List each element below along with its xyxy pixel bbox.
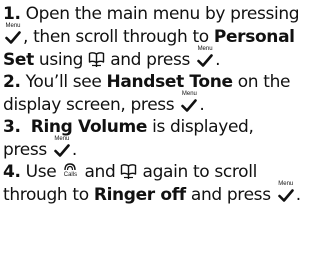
step-text bbox=[21, 117, 31, 137]
menu-ok-icon: Menu bbox=[195, 46, 215, 68]
step-2: 2. You’ll see Handset Tone on the bbox=[3, 71, 332, 93]
step-text: on the bbox=[232, 72, 291, 92]
step-text: press bbox=[3, 140, 52, 160]
calls-icon: Calls bbox=[61, 162, 79, 180]
step-text: . bbox=[295, 185, 301, 205]
step-1-line-2: Menu, then scroll through to Personal bbox=[3, 23, 332, 48]
step-4-line-2: through to Ringer off and press Menu. bbox=[3, 181, 332, 206]
step-text: display screen, press bbox=[3, 95, 180, 115]
menu-ok-icon: Menu bbox=[276, 181, 296, 203]
step-number: 2. bbox=[3, 72, 21, 92]
step-text: and press bbox=[185, 185, 276, 205]
phonebook-icon bbox=[120, 162, 137, 180]
instruction-document: 1. Open the main menu by pressing Menu, … bbox=[0, 0, 332, 266]
menu-ok-icon: Menu bbox=[3, 23, 23, 45]
keyword: Handset Tone bbox=[106, 72, 233, 92]
step-text: . bbox=[199, 95, 205, 115]
step-text: and press bbox=[105, 50, 196, 70]
step-number: 4. bbox=[3, 162, 21, 182]
keyword: Ring Volume bbox=[30, 117, 148, 137]
menu-ok-icon: Menu bbox=[52, 136, 72, 158]
step-1: 1. Open the main menu by pressing bbox=[3, 3, 332, 25]
step-text: is displayed, bbox=[147, 117, 254, 137]
step-text: using bbox=[33, 50, 89, 70]
step-text: Open the main menu by pressing bbox=[20, 4, 300, 24]
keyword: Personal bbox=[213, 27, 295, 47]
step-3: 3. Ring Volume is displayed, bbox=[3, 116, 332, 138]
step-text: You’ll see bbox=[20, 72, 107, 92]
step-number: 1. bbox=[3, 4, 21, 24]
step-text: and bbox=[79, 162, 121, 182]
keyword: Set bbox=[3, 50, 34, 70]
step-text: again to scroll bbox=[137, 162, 258, 182]
phonebook-icon bbox=[88, 50, 105, 68]
step-text: . bbox=[71, 140, 77, 160]
step-4: 4. Use Calls and again to scroll bbox=[3, 161, 332, 183]
step-1-line-3: Set using and press Menu. bbox=[3, 46, 332, 71]
step-text: through to bbox=[3, 185, 94, 205]
keyword: Ringer off bbox=[93, 185, 186, 205]
step-3-line-2: press Menu. bbox=[3, 136, 332, 161]
step-text: . bbox=[215, 50, 221, 70]
step-text: Use bbox=[20, 162, 62, 182]
step-text: , then scroll through to bbox=[23, 27, 214, 47]
step-number: 3. bbox=[3, 117, 21, 137]
menu-ok-icon: Menu bbox=[179, 91, 199, 113]
step-2-line-2: display screen, press Menu. bbox=[3, 91, 332, 116]
